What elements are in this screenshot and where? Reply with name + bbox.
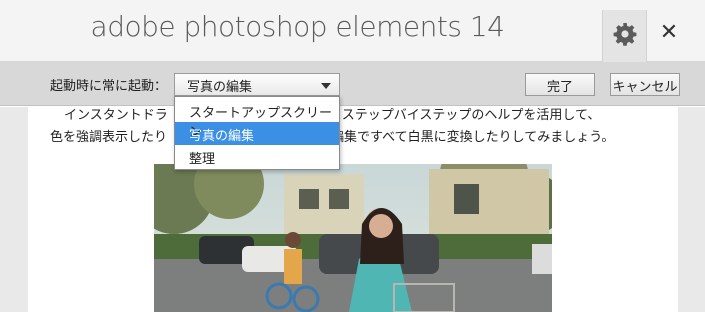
gear-icon	[613, 22, 637, 50]
title-bar: adobe photoshop elements 14 ✕	[0, 0, 705, 62]
startup-label: 起動時に常に起動：	[50, 79, 168, 94]
startup-settings-bar: 起動時に常に起動： 写真の編集 完了 キャンセル	[0, 62, 705, 106]
done-button[interactable]: 完了	[525, 73, 595, 96]
close-icon: ✕	[659, 19, 679, 45]
startup-select-value: 写真の編集	[187, 80, 253, 95]
tutorial-photo	[154, 164, 552, 312]
dropdown-option-organize[interactable]: 整理	[175, 145, 339, 168]
startup-select[interactable]: 写真の編集	[174, 73, 340, 96]
description-line1-start: インスタントドラ	[64, 108, 168, 123]
description-line1-end: い？ステップバイステップのヘルプを活用して、	[315, 108, 601, 123]
description-text: インスタントドラ い？ステップバイステップのヘルプを活用して、 色を強調表示したり…	[50, 105, 670, 149]
description-line2-end: 編集ですべて白黒に変換したりしてみましょう。	[331, 130, 615, 145]
dropdown-option-startup-screen[interactable]: スタートアップスクリーン	[175, 99, 339, 140]
settings-button[interactable]	[602, 10, 647, 62]
startup-dropdown-list: スタートアップスクリーン 写真の編集 整理	[174, 96, 340, 170]
close-button[interactable]: ✕	[649, 12, 689, 52]
cancel-button[interactable]: キャンセル	[610, 73, 680, 96]
chevron-down-icon	[321, 83, 331, 89]
app-title: adobe photoshop elements 14	[90, 10, 505, 43]
description-line2-start: 色を強調表示したり	[50, 130, 168, 145]
dropdown-option-photo-edit[interactable]: 写真の編集	[175, 122, 339, 145]
